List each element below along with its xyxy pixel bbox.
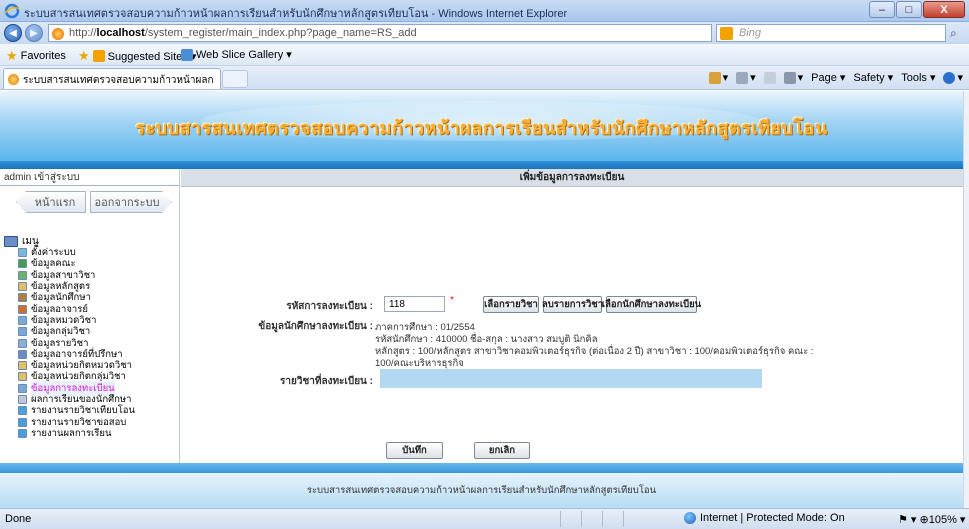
print-toolbar-button[interactable]: ▾ [783,71,803,84]
forward-button[interactable]: ▶ [25,24,43,42]
security-zone[interactable]: Internet | Protected Mode: On [684,512,845,524]
footer-text: ระบบสารสนเทศตรวจสอบความก้าวหน้าผลการเรีย… [306,485,657,496]
save-button[interactable]: บันทึก [386,442,443,459]
window-title: ระบบสารสนเทศตรวจสอบความก้าวหน้าผลการเรีย… [24,8,568,20]
computer-icon [4,235,18,247]
logged-in-user: admin เข้าสู่ระบบ [4,172,80,183]
zoom-control[interactable]: ⚑ ▾ ⊕105% ▾ [898,513,965,526]
banner-strip [0,161,963,169]
web-slice-gallery-link[interactable]: Web Slice Gallery ▾ [181,48,292,61]
minimize-button[interactable]: – [869,1,895,18]
menu-item-icon [18,395,27,404]
tab-bar: ระบบสารสนเทศตรวจสอบความก้าวหน้าผลการเรีย… [0,66,969,90]
mail-icon [763,71,776,84]
command-bar: ▾ ▾ ▾ Page ▾ Safety ▾ Tools ▾ ▾ [708,71,963,84]
tab-favicon-icon [8,74,19,85]
footer-strip [0,463,963,473]
ie-logo-icon [4,3,20,19]
mail-toolbar-button[interactable] [763,71,776,84]
page-footer: ระบบสารสนเทศตรวจสอบความก้าวหน้าผลการเรีย… [0,473,963,508]
star-icon: ★ [6,48,18,63]
globe-icon [684,512,696,524]
home-toolbar-button[interactable]: ▾ [708,71,728,84]
page-menu[interactable]: Page ▾ [811,71,845,84]
select-student-button[interactable]: เลือกนักศึกษาลงทะเบียน [602,296,701,313]
sidebar-item-label: รายงานผลการเรียน [31,427,112,439]
site-banner: ระบบสารสนเทศตรวจสอบความก้าวหน้าผลการเรีย… [0,91,963,161]
registration-code-input[interactable] [384,296,445,312]
feeds-toolbar-button[interactable]: ▾ [736,71,756,84]
url-text: http://localhost/system_register/main_in… [69,27,417,39]
vertical-scrollbar[interactable] [963,91,969,508]
student-info-label: ข้อมูลนักศึกษาลงทะเบียน : [258,321,373,332]
search-placeholder: Bing [739,27,762,39]
subjects-label: รายวิชาที่ลงทะเบียน : [280,376,373,387]
maximize-button[interactable]: □ [896,1,922,18]
menu-item-icon [18,327,27,337]
required-mark: * [450,295,454,306]
delete-subject-button[interactable]: ลบรายการวิชา [542,296,603,313]
menu-item-icon [18,349,27,359]
menu-item-icon [18,361,27,371]
help-icon [943,71,956,84]
menu-item-icon [18,248,27,258]
status-bar: Done Internet | Protected Mode: On ⚑ ▾ ⊕… [0,508,969,529]
add-favorite-icon: ★ [78,48,90,63]
close-window-button[interactable]: X [923,1,965,18]
search-icon[interactable]: ⌕ [950,26,957,41]
status-text: Done [5,513,32,525]
web-slice-icon [181,48,193,61]
menu-item-icon [18,372,27,382]
back-button[interactable]: ◀ [4,24,22,42]
help-menu[interactable]: ▾ [943,71,963,84]
sidebar: admin เข้าสู่ระบบ หน้าแรก ออกจากระบบ เมน… [0,169,180,463]
suggested-sites-icon [92,50,105,62]
menu-tree: เมนู ตั้งค่าระบบ ข้อมูลคณะ ข้อมูลสาขาวิชาข… [4,235,180,439]
tab-label: ระบบสารสนเทศตรวจสอบความก้าวหน้าผลการเรีย… [23,75,213,86]
home-button[interactable]: หน้าแรก [16,191,86,213]
select-subject-button[interactable]: เลือกรายวิชา [483,296,539,313]
menu-item-icon [18,406,27,416]
url-input[interactable]: http://localhost/system_register/main_in… [48,24,769,42]
menu-item-icon [18,338,27,348]
feeds-icon [736,71,749,84]
menu-item-icon [18,417,27,427]
registered-subjects-area [380,369,762,388]
page-viewport: ระบบสารสนเทศตรวจสอบความก้าวหน้าผลการเรีย… [0,91,963,508]
tools-menu[interactable]: Tools ▾ [901,71,935,84]
registration-code-label: รหัสการลงทะเบียน : [286,301,373,312]
search-input[interactable]: Bing [716,24,946,42]
menu-item-icon [18,282,27,292]
menu-item-icon [18,259,27,269]
new-tab-button[interactable] [222,70,248,88]
print-icon [783,71,796,84]
favorites-button[interactable]: ★ Favorites [6,48,66,64]
safety-menu[interactable]: Safety ▾ [853,71,893,84]
banner-title: ระบบสารสนเทศตรวจสอบความก้าวหน้าผลการเรีย… [135,118,828,138]
window-controls: – □ X [868,1,965,18]
address-bar: ◀ ▶ http://localhost/system_register/mai… [0,22,969,44]
bing-icon [720,27,733,40]
menu-item-icon [18,315,27,325]
menu-item-icon [18,293,27,303]
main-content: เพิ่มข้อมูลการลงทะเบียน รหัสการลงทะเบียน… [181,169,963,463]
cancel-button[interactable]: ยกเลิก [474,442,530,459]
menu-items: ตั้งค่าระบบ ข้อมูลคณะ ข้อมูลสาขาวิชา ข้อมูล… [4,247,180,439]
menu-item-icon [18,304,27,314]
tab-current[interactable]: ระบบสารสนเทศตรวจสอบความก้าวหน้าผลการเรีย… [3,68,221,89]
suggested-sites-link[interactable]: ★ Suggested Sites ▾ [78,48,196,64]
sidebar-item[interactable]: รายงานผลการเรียน [18,428,180,439]
menu-item-icon [18,383,27,393]
form-header: เพิ่มข้อมูลการลงทะเบียน [181,169,963,187]
favorites-bar: ★ Favorites ★ Suggested Sites ▾ Web Slic… [0,44,969,66]
menu-item-icon [18,428,27,438]
home-icon [708,71,721,84]
menu-item-icon [18,270,27,280]
site-favicon-icon [52,28,64,40]
window-titlebar: ระบบสารสนเทศตรวจสอบความก้าวหน้าผลการเรีย… [0,0,969,22]
logout-button[interactable]: ออกจากระบบ [90,191,172,213]
